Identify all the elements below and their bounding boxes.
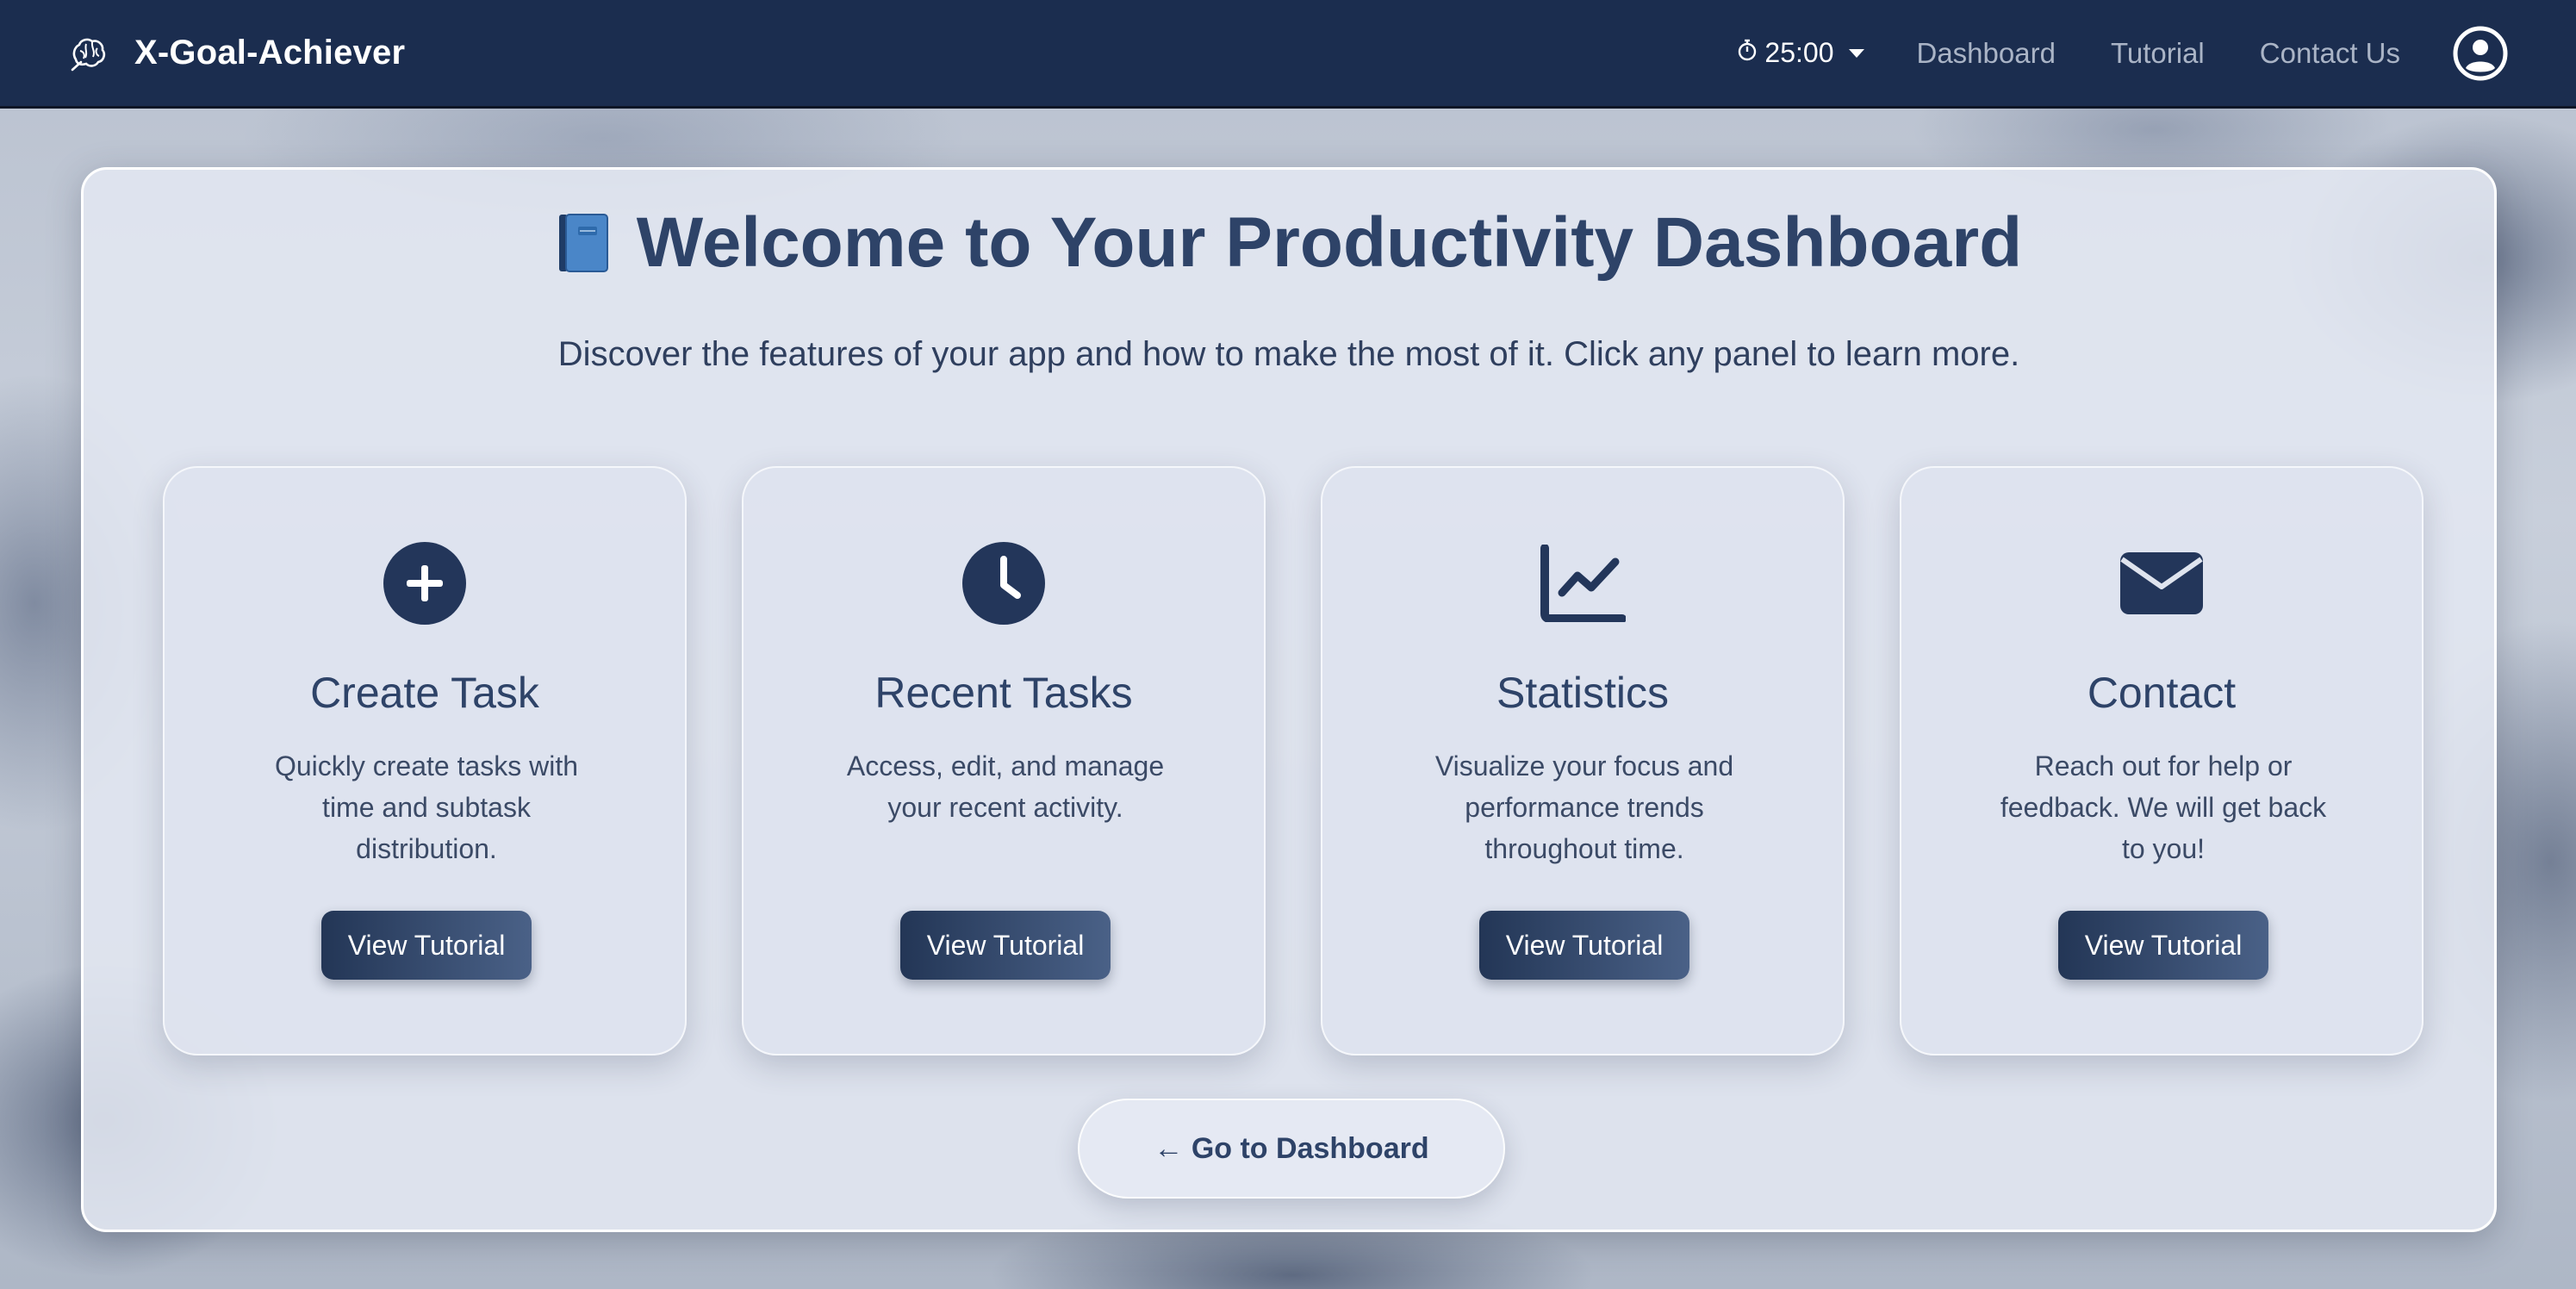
- card-title: Recent Tasks: [874, 669, 1133, 717]
- card-recent-tasks[interactable]: Recent Tasks Access, edit, and manage yo…: [742, 466, 1266, 1055]
- brand-name: X-Goal-Achiever: [134, 34, 406, 72]
- card-contact[interactable]: Contact Reach out for help or feedback. …: [1900, 466, 2424, 1055]
- card-title: Create Task: [310, 669, 539, 717]
- view-tutorial-button[interactable]: View Tutorial: [900, 911, 1111, 980]
- welcome-panel: Welcome to Your Productivity Dashboard D…: [81, 167, 2497, 1232]
- brand[interactable]: X-Goal-Achiever: [67, 32, 405, 75]
- view-tutorial-button[interactable]: View Tutorial: [321, 911, 532, 980]
- go-to-dashboard-button[interactable]: ← Go to Dashboard: [1078, 1099, 1505, 1199]
- card-create-task[interactable]: Create Task Quickly create tasks with ti…: [163, 466, 687, 1055]
- card-title: Contact: [2087, 669, 2237, 717]
- nav-link-tutorial[interactable]: Tutorial: [2111, 37, 2205, 70]
- user-circle-icon[interactable]: [2452, 25, 2509, 82]
- card-statistics[interactable]: Statistics Visualize your focus and perf…: [1321, 466, 1845, 1055]
- plus-circle-icon: [165, 540, 685, 626]
- card-description: Visualize your focus and performance tre…: [1434, 750, 1734, 864]
- blue-book-icon: [556, 211, 611, 275]
- feature-cards: Create Task Quickly create tasks with ti…: [163, 466, 2424, 1055]
- card-description: Access, edit, and manage your recent act…: [846, 750, 1165, 823]
- line-chart-icon: [1322, 540, 1843, 626]
- timer-value: 25:00: [1764, 37, 1834, 68]
- nav-right: 25:00 Dashboard Tutorial Contact Us: [1737, 25, 2509, 82]
- view-tutorial-button[interactable]: View Tutorial: [2058, 911, 2268, 980]
- nav-link-contact-us[interactable]: Contact Us: [2260, 37, 2400, 70]
- brain-icon: [67, 32, 110, 75]
- page-title-text: Welcome to Your Productivity Dashboard: [636, 203, 2023, 282]
- timer-dropdown[interactable]: 25:00: [1737, 37, 1865, 69]
- stopwatch-icon: [1737, 39, 1758, 67]
- page-subtitle: Discover the features of your app and ho…: [557, 335, 2020, 373]
- envelope-icon: [1901, 540, 2422, 626]
- chevron-down-icon: [1849, 48, 1865, 58]
- nav-link-dashboard[interactable]: Dashboard: [1916, 37, 2055, 70]
- card-description: Quickly create tasks with time and subta…: [274, 750, 579, 864]
- page-title: Welcome to Your Productivity Dashboard: [84, 202, 2494, 283]
- top-navbar: X-Goal-Achiever 25:00 Dashboard Tutorial…: [0, 0, 2576, 109]
- card-title: Statistics: [1496, 669, 1670, 717]
- view-tutorial-button[interactable]: View Tutorial: [1479, 911, 1689, 980]
- card-description: Reach out for help or feedback. We will …: [2000, 750, 2327, 864]
- clock-icon: [744, 540, 1264, 626]
